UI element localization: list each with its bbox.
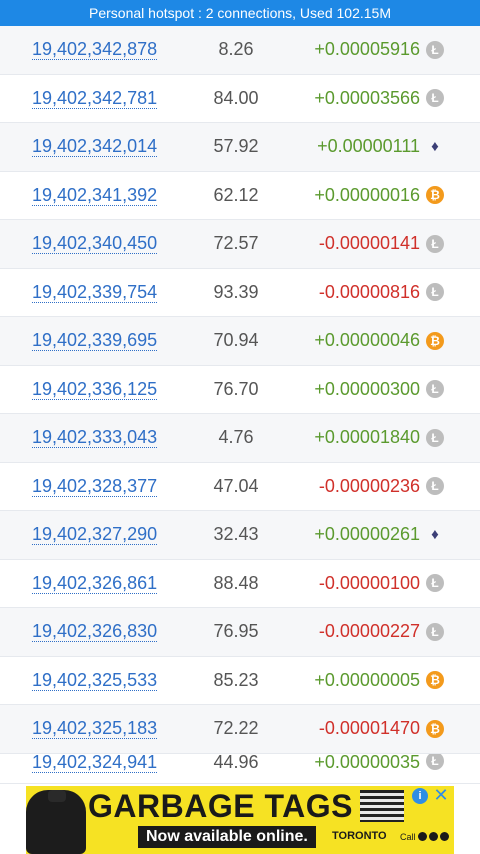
ethereum-icon: ♦ — [431, 526, 439, 544]
bet-profit: -0.00000100 — [318, 572, 420, 593]
bet-profit: +0.00000035 — [314, 753, 420, 772]
ad-title: GARBAGE TAGS — [88, 788, 353, 824]
ad-banner[interactable]: GARBAGE TAGS Now available online. TORON… — [26, 786, 454, 854]
garbage-bag-image — [26, 790, 86, 854]
bet-id-link[interactable]: 19,402,326,861 — [32, 573, 158, 594]
bet-row: 19,402,325,533 85.23 +0.00000005 ₿ — [0, 657, 480, 705]
bet-profit: +0.00000261 — [314, 524, 420, 545]
bet-row: 19,402,333,043 4.76 +0.00001840 Ł — [0, 414, 480, 463]
bet-row: 19,402,342,781 84.00 +0.00003566 Ł — [0, 75, 480, 123]
bet-row: 19,402,342,878 8.26 +0.00005916 Ł — [0, 26, 480, 75]
bet-roll: 76.95 — [213, 621, 259, 642]
bitcoin-icon: ₿ — [426, 719, 444, 738]
status-bar-text: Personal hotspot : 2 connections, Used 1… — [89, 5, 391, 21]
bet-roll: 4.76 — [218, 427, 254, 448]
bet-row: 19,402,326,830 76.95 -0.00000227 Ł — [0, 608, 480, 657]
bet-profit: +0.00000300 — [314, 378, 420, 399]
bet-id-link[interactable]: 19,402,328,377 — [32, 476, 158, 497]
bet-row: 19,402,341,392 62.12 +0.00000016 ₿ — [0, 172, 480, 220]
bet-profit: +0.00000005 — [314, 669, 420, 690]
bet-roll: 76.70 — [213, 378, 259, 399]
bet-list: 19,402,342,878 8.26 +0.00005916 Ł 19,402,342… — [0, 26, 480, 784]
bet-roll: 62.12 — [213, 184, 259, 205]
bet-roll: 93.39 — [213, 281, 259, 302]
litecoin-icon: Ł — [426, 753, 444, 770]
bag-tie-shape — [48, 790, 66, 802]
bet-roll: 70.94 — [213, 330, 259, 351]
bet-roll: 84.00 — [213, 87, 259, 108]
bet-id-link[interactable]: 19,402,327,290 — [32, 524, 158, 546]
ad-call-label: Call — [400, 832, 416, 842]
bitcoin-icon: ₿ — [426, 671, 444, 690]
bet-id-link[interactable]: 19,402,325,533 — [32, 670, 158, 691]
bet-id-link[interactable]: 19,402,326,830 — [32, 621, 158, 643]
bet-roll: 85.23 — [213, 669, 259, 690]
bet-roll: 44.96 — [213, 753, 259, 772]
bet-id-link[interactable]: 19,402,333,043 — [32, 427, 158, 449]
bet-id-link[interactable]: 19,402,325,183 — [32, 718, 158, 740]
bet-row: 19,402,328,377 47.04 -0.00000236 Ł — [0, 463, 480, 511]
bet-profit: +0.00003566 — [314, 87, 420, 108]
ad-brand: TORONTO — [332, 830, 387, 842]
bet-roll: 32.43 — [213, 524, 259, 545]
ad-contact-dots — [418, 832, 449, 841]
bet-roll: 72.22 — [213, 718, 259, 739]
bet-id-link[interactable]: 19,402,342,014 — [32, 136, 158, 158]
bet-profit: -0.00000141 — [318, 233, 420, 254]
bet-row: 19,402,342,014 57.92 +0.00000111 ♦ — [0, 123, 480, 172]
bet-row: 19,402,325,183 72.22 -0.00001470 ₿ — [0, 705, 480, 754]
litecoin-icon: Ł — [426, 477, 444, 496]
bet-id-link[interactable]: 19,402,342,878 — [32, 39, 158, 61]
bet-id-link[interactable]: 19,402,339,695 — [32, 330, 158, 352]
ad-close-icon[interactable]: ✕ — [432, 786, 450, 805]
bitcoin-icon: ₿ — [426, 186, 444, 205]
bet-id-link[interactable]: 19,402,336,125 — [32, 379, 158, 400]
bet-row: 19,402,340,450 72.57 -0.00000141 Ł — [0, 220, 480, 269]
bet-profit: -0.00001470 — [318, 718, 420, 739]
bet-roll: 88.48 — [213, 572, 259, 593]
bet-roll: 72.57 — [213, 233, 259, 254]
bet-profit: +0.00000111 — [317, 136, 420, 157]
bet-profit: +0.00000016 — [314, 184, 420, 205]
bet-row: 19,402,339,754 93.39 -0.00000816 Ł — [0, 269, 480, 317]
bet-row: 19,402,327,290 32.43 +0.00000261 ♦ — [0, 511, 480, 560]
ethereum-icon: ♦ — [431, 138, 439, 156]
ad-subtitle: Now available online. — [138, 826, 316, 848]
bet-row: 19,402,336,125 76.70 +0.00000300 Ł — [0, 366, 480, 414]
litecoin-icon: Ł — [426, 622, 444, 641]
litecoin-icon: Ł — [426, 428, 444, 447]
bet-profit: -0.00000236 — [318, 475, 420, 496]
bet-id-link[interactable]: 19,402,324,941 — [32, 754, 158, 773]
bet-profit: -0.00000816 — [318, 281, 420, 302]
bet-id-link[interactable]: 19,402,342,781 — [32, 88, 158, 109]
litecoin-icon: Ł — [426, 283, 444, 302]
bet-profit: -0.00000227 — [318, 621, 420, 642]
bet-id-link[interactable]: 19,402,340,450 — [32, 233, 158, 255]
bet-profit: +0.00000046 — [314, 330, 420, 351]
litecoin-icon: Ł — [426, 380, 444, 399]
bet-row: 19,402,339,695 70.94 +0.00000046 ₿ — [0, 317, 480, 366]
tags-image — [360, 790, 404, 822]
status-bar: Personal hotspot : 2 connections, Used 1… — [0, 0, 480, 26]
bet-profit: +0.00005916 — [314, 39, 420, 60]
litecoin-icon: Ł — [426, 89, 444, 108]
bet-roll: 8.26 — [218, 39, 254, 60]
bet-profit: +0.00001840 — [314, 427, 420, 448]
litecoin-icon: Ł — [426, 574, 444, 593]
litecoin-icon: Ł — [426, 40, 444, 59]
litecoin-icon: Ł — [426, 234, 444, 253]
ad-info-icon[interactable]: i — [412, 788, 428, 804]
bet-id-link[interactable]: 19,402,339,754 — [32, 282, 158, 303]
bitcoin-icon: ₿ — [426, 331, 444, 350]
bet-roll: 47.04 — [213, 475, 259, 496]
bet-row: 19,402,326,861 88.48 -0.00000100 Ł — [0, 560, 480, 608]
bet-row: 19,402,324,941 44.96 +0.00000035 Ł — [0, 753, 480, 784]
bet-id-link[interactable]: 19,402,341,392 — [32, 185, 158, 206]
bet-roll: 57.92 — [213, 136, 259, 157]
